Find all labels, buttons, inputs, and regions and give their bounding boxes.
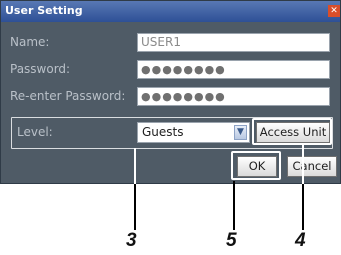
callout-number-5: 5 (226, 230, 237, 251)
access-unit-callout-line (302, 184, 304, 230)
cancel-button[interactable]: Cancel (287, 156, 337, 177)
close-icon[interactable]: ✕ (328, 5, 340, 17)
level-select[interactable]: Guests ▼ (137, 122, 250, 143)
reenter-password-field[interactable]: ●●●●●●●● (137, 87, 330, 106)
title-bar[interactable]: User Setting ✕ (1, 1, 340, 22)
level-callout-line-upper (134, 148, 136, 184)
level-label: Level: (17, 125, 53, 139)
ok-callout-ring (231, 151, 281, 180)
name-field[interactable]: USER1 (137, 33, 330, 52)
password-field[interactable]: ●●●●●●●● (137, 60, 330, 79)
user-setting-dialog: User Setting ✕ Name: USER1 Password: ●●●… (0, 0, 341, 184)
access-unit-callout-ring (252, 118, 332, 145)
access-unit-callout-line-upper (302, 145, 304, 184)
level-callout-line (134, 184, 136, 230)
level-selected-value: Guests (142, 125, 184, 139)
callout-number-3: 3 (126, 230, 137, 251)
name-label: Name: (10, 35, 50, 49)
chevron-down-icon[interactable]: ▼ (234, 125, 247, 140)
dialog-title: User Setting (5, 4, 83, 17)
reenter-password-label: Re-enter Password: (10, 89, 126, 103)
ok-callout-line (233, 181, 235, 230)
callout-number-4: 4 (295, 230, 306, 251)
password-label: Password: (10, 62, 71, 76)
